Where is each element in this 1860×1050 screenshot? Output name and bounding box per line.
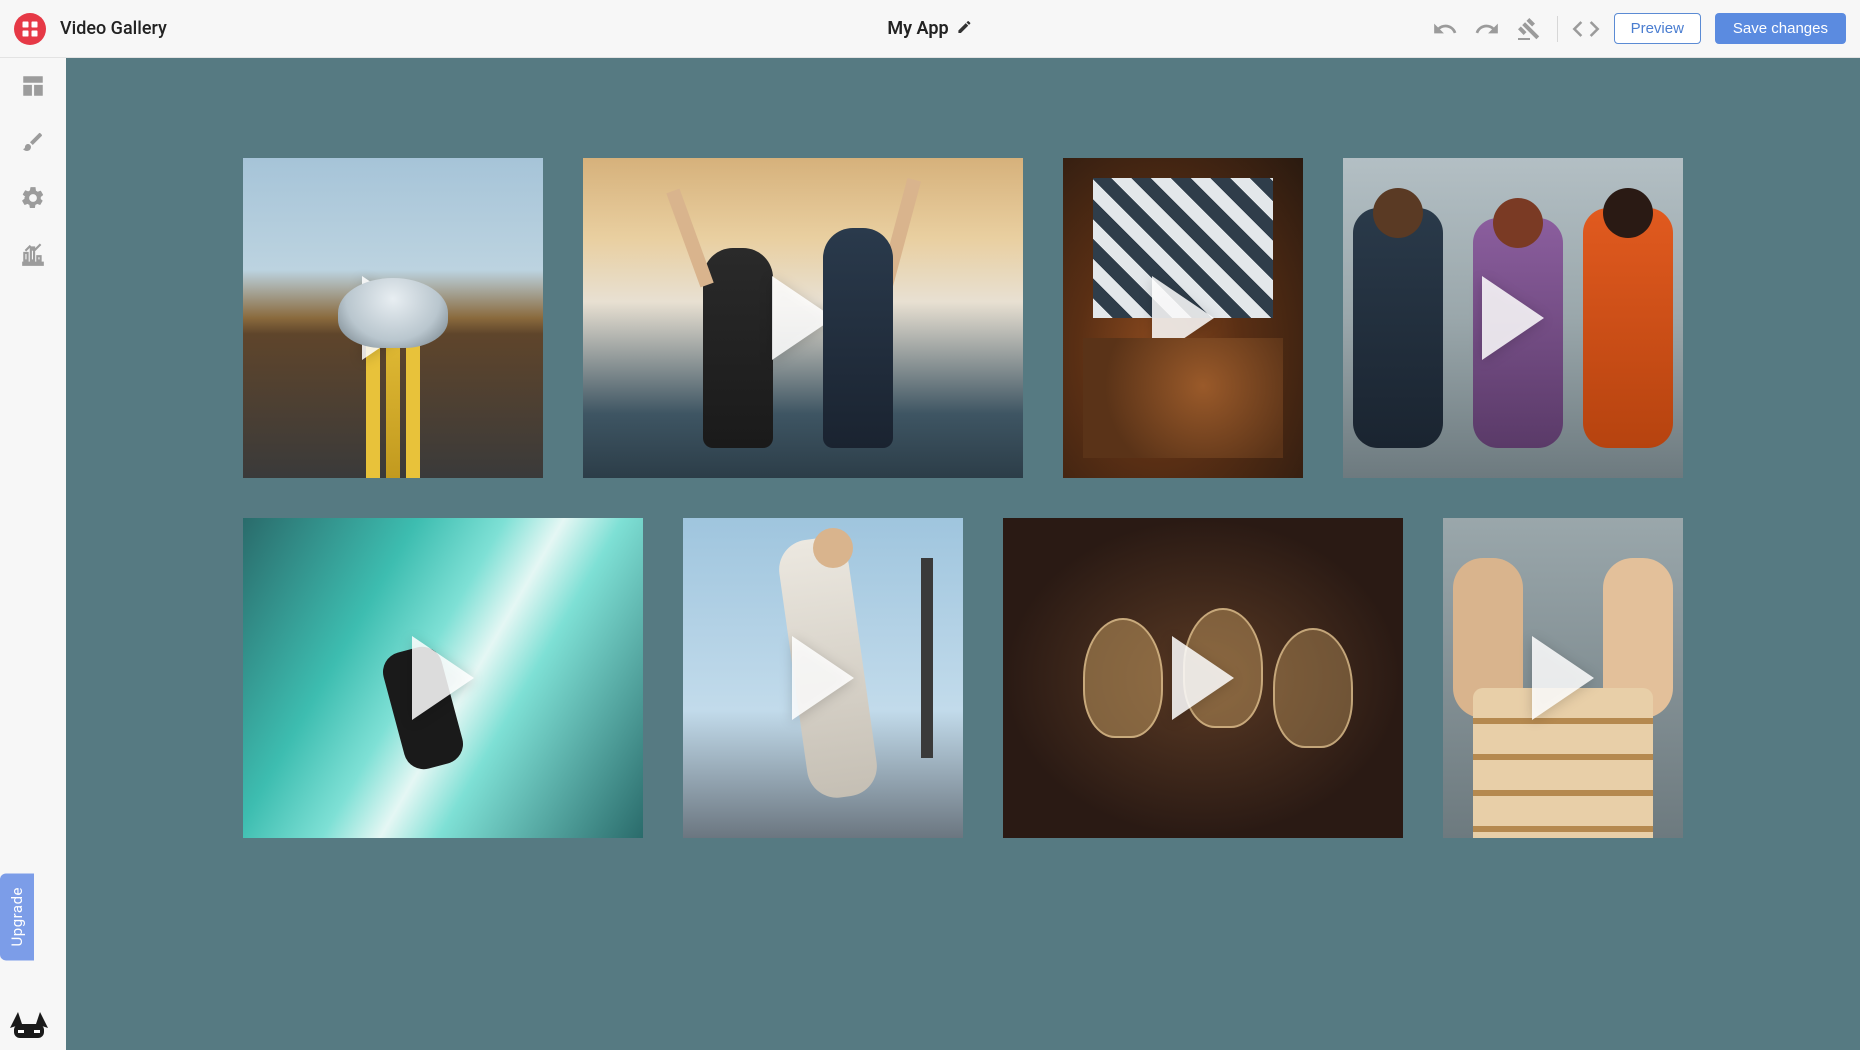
save-button[interactable]: Save changes bbox=[1715, 13, 1846, 44]
play-icon bbox=[772, 276, 834, 360]
gallery-row-2 bbox=[243, 518, 1683, 838]
video-thumb-group-sitting[interactable] bbox=[1343, 158, 1683, 478]
sidebar-design[interactable] bbox=[19, 128, 47, 156]
undo-button[interactable] bbox=[1431, 15, 1459, 43]
video-thumb-birthday-cake[interactable] bbox=[1443, 518, 1683, 838]
redo-icon bbox=[1474, 16, 1500, 42]
sidebar-settings[interactable] bbox=[19, 184, 47, 212]
header-actions: Preview Save changes bbox=[1431, 13, 1846, 44]
editor-canvas[interactable] bbox=[66, 58, 1860, 1050]
play-icon bbox=[1172, 636, 1234, 720]
gear-icon bbox=[20, 185, 46, 211]
video-thumb-road-car[interactable] bbox=[243, 158, 543, 478]
play-icon bbox=[1532, 636, 1594, 720]
sidebar-layout[interactable] bbox=[19, 72, 47, 100]
brush-icon bbox=[21, 130, 45, 154]
edit-app-name-button[interactable] bbox=[957, 19, 973, 39]
upgrade-button[interactable]: Upgrade bbox=[0, 873, 34, 960]
redo-button[interactable] bbox=[1473, 15, 1501, 43]
build-button[interactable] bbox=[1515, 15, 1543, 43]
analytics-icon bbox=[20, 241, 46, 267]
play-icon bbox=[362, 276, 424, 360]
help-mascot[interactable] bbox=[8, 1010, 50, 1040]
video-thumb-surfing[interactable] bbox=[243, 518, 643, 838]
divider bbox=[1557, 16, 1558, 42]
video-thumb-guitar[interactable] bbox=[1063, 158, 1303, 478]
gallery-row-1 bbox=[243, 158, 1683, 478]
sidebar-analytics[interactable] bbox=[19, 240, 47, 268]
video-thumb-wine-toast[interactable] bbox=[1003, 518, 1403, 838]
app-name: My App bbox=[887, 18, 948, 39]
video-thumb-skateboarder[interactable] bbox=[683, 518, 963, 838]
logo-grid-icon bbox=[21, 20, 39, 38]
header-center: My App bbox=[887, 18, 972, 39]
code-button[interactable] bbox=[1572, 15, 1600, 43]
video-thumb-friends-sunset[interactable] bbox=[583, 158, 1023, 478]
gavel-icon bbox=[1517, 17, 1541, 41]
pencil-icon bbox=[957, 19, 973, 35]
app-logo[interactable] bbox=[14, 13, 46, 45]
preview-button[interactable]: Preview bbox=[1614, 13, 1701, 44]
play-icon bbox=[1482, 276, 1544, 360]
app-header: Video Gallery My App Preview Save change… bbox=[0, 0, 1860, 58]
code-icon bbox=[1572, 15, 1600, 43]
page-title: Video Gallery bbox=[60, 18, 167, 39]
cat-icon bbox=[8, 1010, 50, 1040]
layout-icon bbox=[20, 73, 46, 99]
undo-icon bbox=[1432, 16, 1458, 42]
play-icon bbox=[1152, 276, 1214, 360]
play-icon bbox=[412, 636, 474, 720]
play-icon bbox=[792, 636, 854, 720]
